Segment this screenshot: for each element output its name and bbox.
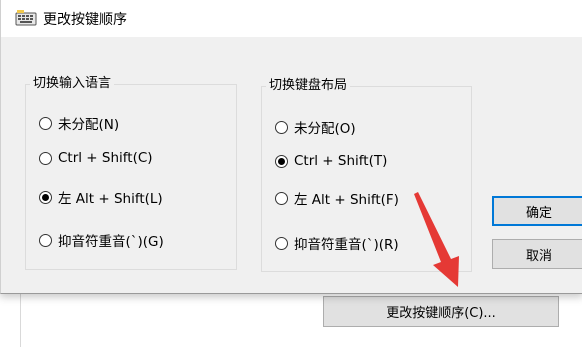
- radio-lang-unassigned[interactable]: 未分配(N): [39, 113, 119, 133]
- title-bar: 更改按键顺序: [1, 0, 582, 37]
- cancel-button[interactable]: 取消: [492, 239, 582, 269]
- keyboard-icon: [15, 10, 37, 26]
- radio-lang-ctrl-shift[interactable]: Ctrl + Shift(C): [39, 150, 153, 166]
- change-key-sequence-button[interactable]: 更改按键顺序(C)...: [323, 296, 559, 327]
- radio-lang-left-alt-shift[interactable]: 左 Alt + Shift(L): [39, 187, 163, 207]
- radio-lang-grave-accent[interactable]: 抑音符重音(`)(G): [39, 230, 164, 250]
- dialog-title: 更改按键顺序: [43, 12, 127, 28]
- radio-layout-unassigned[interactable]: 未分配(O): [275, 117, 356, 137]
- radio-button-icon[interactable]: [39, 233, 52, 247]
- radio-layout-grave-accent[interactable]: 抑音符重音(`)(R): [275, 233, 399, 253]
- radio-label: 左 Alt + Shift(F): [294, 192, 399, 208]
- radio-button-selected-icon[interactable]: [275, 154, 288, 168]
- radio-button-icon[interactable]: [39, 116, 52, 130]
- change-key-sequence-dialog: 更改按键顺序 切换输入语言 未分配(N) Ctrl + Shift(C) 左 A…: [0, 0, 582, 294]
- radio-label: Ctrl + Shift(T): [294, 153, 388, 169]
- radio-layout-ctrl-shift[interactable]: Ctrl + Shift(T): [275, 153, 387, 169]
- input-language-legend: 切换输入语言: [30, 75, 115, 93]
- keyboard-layout-legend: 切换键盘布局: [266, 77, 351, 95]
- radio-button-selected-icon[interactable]: [39, 190, 52, 204]
- radio-button-icon[interactable]: [275, 120, 288, 134]
- radio-label: Ctrl + Shift(C): [58, 150, 153, 166]
- radio-button-icon[interactable]: [275, 191, 288, 205]
- radio-layout-left-alt-shift[interactable]: 左 Alt + Shift(F): [275, 188, 399, 208]
- radio-label: 抑音符重音(`)(R): [294, 237, 399, 253]
- radio-button-icon[interactable]: [275, 236, 288, 250]
- radio-button-icon[interactable]: [39, 151, 52, 165]
- keyboard-layout-group: 切换键盘布局 未分配(O) Ctrl + Shift(T) 左 Alt + Sh…: [261, 77, 472, 272]
- radio-label: 未分配(N): [58, 117, 120, 133]
- ok-button[interactable]: 确定: [492, 196, 582, 226]
- radio-label: 抑音符重音(`)(G): [58, 234, 164, 250]
- radio-label: 左 Alt + Shift(L): [58, 191, 163, 207]
- input-language-group: 切换输入语言 未分配(N) Ctrl + Shift(C) 左 Alt + Sh…: [25, 75, 237, 270]
- radio-label: 未分配(O): [294, 121, 356, 137]
